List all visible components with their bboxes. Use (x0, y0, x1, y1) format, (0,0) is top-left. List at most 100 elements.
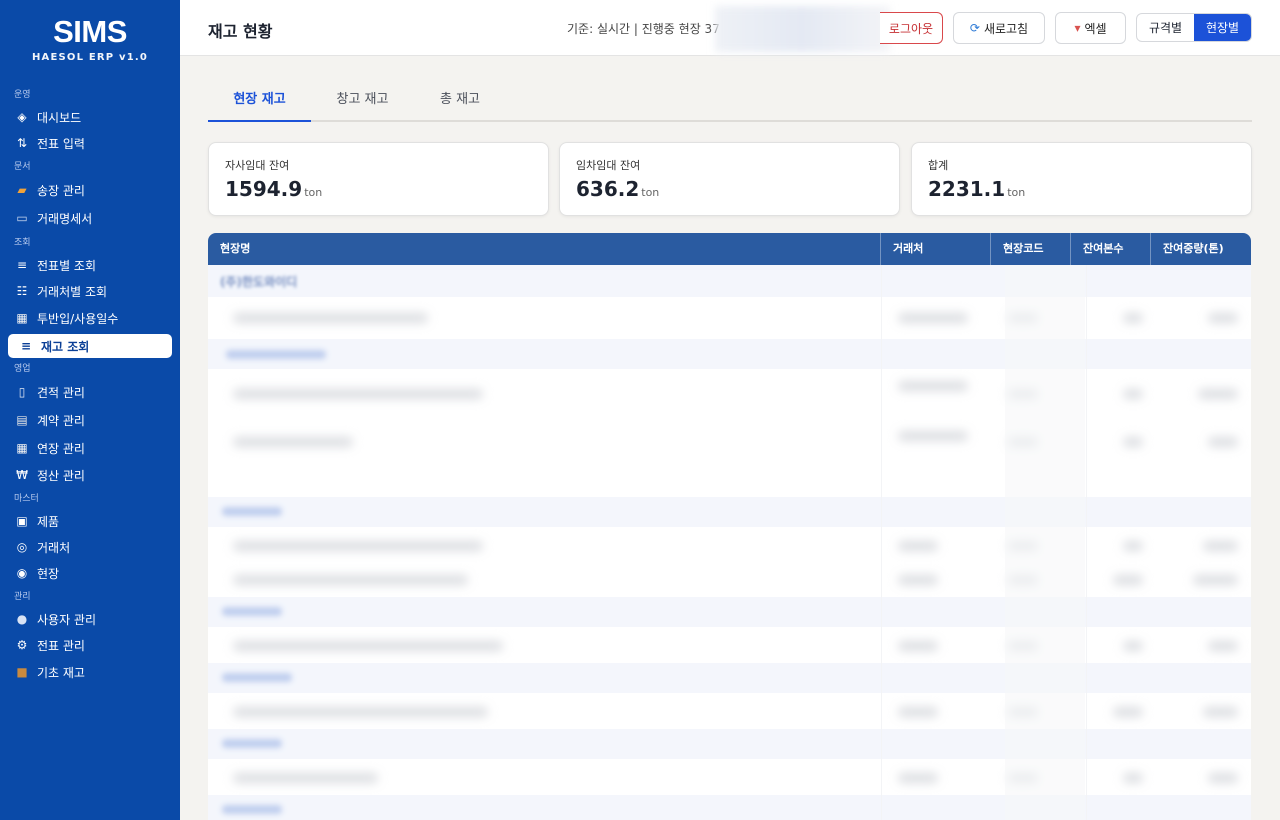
card-label: 임차임대 잔여 (576, 159, 641, 172)
sidebar-item-dashboard[interactable]: ◈ 대시보드 (0, 104, 180, 130)
sidebar-item-label: 재고 조회 (41, 339, 90, 354)
redacted-region (715, 6, 890, 52)
gear-icon: ⚙ (16, 638, 28, 652)
toggle-by-spec[interactable]: 규격별 (1137, 14, 1194, 41)
card-value: 636.2 ton (576, 177, 659, 201)
card-unit: ton (1007, 186, 1026, 199)
page-title: 재고 현황 (208, 22, 273, 41)
excel-label: 엑셀 (1084, 21, 1107, 36)
refresh-icon: ⟳ (969, 21, 980, 35)
sidebar-item-quote[interactable]: ▯ 견적 관리 (0, 378, 180, 406)
card-unit: ton (641, 186, 660, 199)
user-icon: ● (16, 612, 28, 626)
summary-card-total: 합계 2231.1 ton (911, 142, 1252, 216)
sidebar-item-stock[interactable]: ≡ 재고 조회 (8, 334, 172, 358)
table-header: 현장명 거래처 현장코드 잔여본수 잔여중량(톤) (208, 233, 1251, 265)
refresh-label: 새로고침 (983, 21, 1029, 36)
sidebar-item-label: 기초 재고 (37, 665, 85, 680)
calendar-icon: ▦ (16, 441, 28, 455)
table-body: (주)한도와이디 (208, 265, 1251, 820)
clipboard-icon: ▤ (16, 413, 28, 427)
sidebar-item-label: 견적 관리 (37, 385, 85, 400)
sidebar-item-label: 거래처 (37, 540, 71, 555)
stock-tabs: 현장 재고 창고 재고 총 재고 (208, 86, 1252, 122)
sidebar-item-label: 전표 관리 (37, 638, 85, 653)
card-number: 2231.1 (928, 177, 1006, 201)
sidebar-item-extension[interactable]: ▦ 연장 관리 (0, 434, 180, 462)
column-header-client[interactable]: 거래처 (881, 233, 991, 265)
sidebar: SIMS HAESOL ERP v1.0 운영 ◈ 대시보드 ⇅ 전표 입력 문서 … (0, 0, 180, 820)
sidebar-item-slip-entry[interactable]: ⇅ 전표 입력 (0, 130, 180, 156)
column-header-site-code[interactable]: 현장코드 (991, 233, 1071, 265)
column-header-remaining-count[interactable]: 잔여본수 (1071, 233, 1151, 265)
summary-card-leased: 임차임대 잔여 636.2 ton (559, 142, 900, 216)
logout-label: 로그아웃 (888, 21, 934, 36)
sidebar-item-label: 사용자 관리 (37, 612, 97, 627)
sidebar-item-label: 제품 (37, 514, 60, 529)
sidebar-item-label: 계약 관리 (37, 413, 85, 428)
sidebar-item-label: 투반입/사용일수 (37, 311, 119, 326)
column-header-remaining-weight[interactable]: 잔여중량(톤) (1151, 233, 1251, 265)
card-unit: ton (304, 186, 323, 199)
app-logo[interactable]: SIMS (0, 14, 180, 50)
sidebar-item-users[interactable]: ● 사용자 관리 (0, 606, 180, 632)
card-label: 합계 (928, 159, 949, 172)
sidebar-item-label: 대시보드 (37, 110, 82, 125)
sidebar-item-site[interactable]: ◉ 현장 (0, 560, 180, 586)
document-icon: ▭ (16, 211, 28, 225)
sidebar-item-label: 전표별 조회 (37, 258, 97, 273)
sidebar-item-settlement[interactable]: ₩ 정산 관리 (0, 462, 180, 488)
app-version: HAESOL ERP v1.0 (31, 52, 149, 63)
card-number: 636.2 (576, 177, 640, 201)
circle-icon: ◎ (16, 540, 28, 554)
sidebar-item-label: 전표 입력 (37, 136, 85, 151)
sidebar-item-label: 현장 (37, 566, 60, 581)
square-icon: ▣ (16, 514, 28, 528)
top-header: 재고 현황 기준: 실시간 | 진행중 현장 37 로그아웃 ⟳ 새로고침 ▾ 엑셀… (180, 0, 1280, 56)
sidebar-item-input-days[interactable]: ▦ 투반입/사용일수 (0, 304, 180, 332)
tab-warehouse-stock[interactable]: 창고 재고 (311, 86, 414, 122)
summary-card-own: 자사임대 잔여 1594.9 ton (208, 142, 549, 216)
sidebar-item-product[interactable]: ▣ 제품 (0, 508, 180, 534)
redaction-overlay (208, 265, 1251, 820)
nav-section-query: 조회 (14, 238, 31, 248)
brand: SIMS HAESOL ERP v1.0 (0, 0, 180, 76)
nav-section-master: 마스터 (14, 494, 39, 504)
box-icon: ■ (16, 665, 28, 679)
nav-section-docs: 문서 (14, 162, 31, 172)
list-bullets-icon: ☷ (16, 284, 28, 298)
list-icon: ≡ (20, 339, 32, 353)
sidebar-item-by-slip[interactable]: ≡ 전표별 조회 (0, 252, 180, 278)
card-number: 1594.9 (225, 177, 303, 201)
sidebar-item-by-client[interactable]: ☷ 거래처별 조회 (0, 278, 180, 304)
toggle-by-site[interactable]: 현장별 (1194, 14, 1251, 41)
sidebar-item-contract[interactable]: ▤ 계약 관리 (0, 406, 180, 434)
sidebar-item-statement[interactable]: ▭ 거래명세서 (0, 204, 180, 232)
status-text: 기준: 실시간 | 진행중 현장 37 (567, 22, 720, 36)
nav-section-sales: 영업 (14, 364, 31, 374)
sidebar-item-base-stock[interactable]: ■ 기초 재고 (0, 658, 180, 686)
calendar-icon: ▦ (16, 311, 28, 325)
inbox-icon: ▾ (1074, 21, 1081, 35)
diamond-icon: ◈ (17, 110, 27, 124)
stock-table: 현장명 거래처 현장코드 잔여본수 잔여중량(톤) (주)한도와이디 (208, 233, 1251, 820)
sidebar-item-label: 거래처별 조회 (37, 284, 108, 299)
card-label: 자사임대 잔여 (225, 159, 290, 172)
logout-button[interactable]: 로그아웃 (880, 12, 943, 44)
column-header-site[interactable]: 현장명 (208, 233, 881, 265)
won-icon: ₩ (16, 468, 28, 482)
sidebar-item-invoice[interactable]: ▰ 송장 관리 (0, 176, 180, 204)
tab-total-stock[interactable]: 총 재고 (414, 86, 506, 122)
nav-section-ops: 운영 (14, 90, 31, 100)
sidebar-item-slip-admin[interactable]: ⚙ 전표 관리 (0, 632, 180, 658)
sidebar-item-label: 송장 관리 (37, 183, 85, 198)
tab-site-stock[interactable]: 현장 재고 (208, 86, 311, 122)
sidebar-nav: 운영 ◈ 대시보드 ⇅ 전표 입력 문서 ▰ 송장 관리 ▭ 거래명세서 조회 ≡ 전표별… (0, 84, 180, 686)
nav-section-admin: 관리 (14, 592, 31, 602)
sidebar-item-label: 거래명세서 (37, 211, 93, 226)
refresh-button[interactable]: ⟳ 새로고침 (953, 12, 1045, 44)
sidebar-item-label: 연장 관리 (37, 441, 85, 456)
excel-button[interactable]: ▾ 엑셀 (1055, 12, 1126, 44)
card-value: 2231.1 ton (928, 177, 1025, 201)
sidebar-item-client[interactable]: ◎ 거래처 (0, 534, 180, 560)
